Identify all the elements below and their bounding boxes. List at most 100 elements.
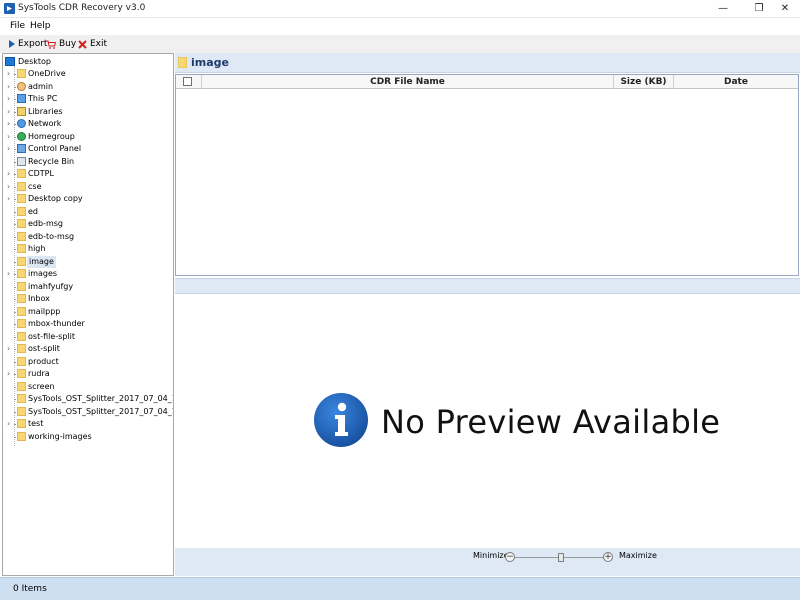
tree-item[interactable]: › Libraries [3, 106, 173, 118]
expand-chevron-icon[interactable]: › [7, 182, 10, 192]
tree-item[interactable]: Recycle Bin [3, 156, 173, 168]
folder-tree: Desktop › OneDrive › admin › This PC › Librarie… [2, 53, 174, 576]
tree-item[interactable]: edb-msg [3, 218, 173, 230]
info-icon [314, 393, 368, 447]
column-header-name[interactable]: CDR File Name [202, 75, 614, 89]
column-header-size[interactable]: Size (KB) [614, 75, 674, 89]
folder-icon [17, 206, 26, 216]
column-header-date[interactable]: Date [674, 75, 798, 89]
tree-item-label: Libraries [28, 106, 63, 116]
zoom-maximize-label: Maximize [619, 551, 657, 560]
folder-icon [17, 369, 26, 378]
expand-chevron-icon[interactable]: › [7, 144, 10, 154]
folder-header-title: image [191, 56, 229, 69]
tree-item[interactable]: › Control Panel [3, 143, 173, 155]
expand-chevron-icon[interactable]: › [7, 194, 10, 204]
tree-item-label: mailppp [28, 306, 61, 316]
close-window-button[interactable]: ✕ [770, 0, 800, 18]
expand-chevron-icon[interactable]: › [7, 419, 10, 429]
file-table: CDR File Name Size (KB) Date [175, 74, 799, 276]
tree-item[interactable]: › Network [3, 118, 173, 130]
menu-file[interactable]: File [10, 21, 25, 31]
user-icon [17, 81, 26, 91]
tree-item[interactable]: › cse [3, 181, 173, 193]
computer-icon [17, 94, 26, 103]
expand-chevron-icon[interactable]: › [7, 69, 10, 79]
expand-chevron-icon[interactable]: › [7, 269, 10, 279]
tree-item-label: screen [28, 381, 55, 391]
tree-item[interactable]: › CDTPL [3, 168, 173, 180]
tree-item[interactable]: mailppp [3, 306, 173, 318]
pane-splitter[interactable] [175, 278, 800, 294]
zoom-slider-thumb[interactable] [558, 553, 564, 562]
tree-item-label: images [28, 269, 58, 278]
cart-icon [46, 40, 56, 49]
menu-help[interactable]: Help [30, 21, 51, 31]
folder-icon [17, 169, 26, 178]
tree-item[interactable]: › rudra [3, 368, 173, 380]
tree-item[interactable]: › Homegroup [3, 131, 173, 143]
tree-item[interactable]: screen [3, 381, 173, 393]
select-all-checkbox[interactable] [183, 77, 192, 86]
tree-item[interactable]: › test [3, 418, 173, 430]
tree-item-label: edb-to-msg [28, 231, 75, 241]
tree-item-label: Inbox [28, 294, 50, 303]
tree-item[interactable]: working-images [3, 431, 173, 443]
tree-item-label: ost-split [28, 344, 60, 353]
tree-item[interactable]: edb-to-msg [3, 231, 173, 243]
tree-item-label: Control Panel [28, 144, 82, 153]
tree-item[interactable]: ed [3, 206, 173, 218]
tree-item[interactable]: image [3, 255, 173, 268]
folder-icon [17, 394, 26, 403]
tree-item[interactable]: › images [3, 268, 173, 280]
tree-item[interactable]: › admin [3, 81, 173, 93]
zoom-in-button[interactable]: + [603, 552, 613, 562]
expand-chevron-icon[interactable]: › [7, 132, 10, 142]
folder-icon [17, 244, 26, 253]
tree-item[interactable]: ost-file-split [3, 331, 173, 343]
expand-chevron-icon[interactable]: › [7, 119, 10, 129]
folder-icon [17, 294, 26, 303]
folder-icon [17, 381, 26, 391]
expand-chevron-icon[interactable]: › [7, 169, 10, 179]
tree-item[interactable]: mbox-thunder [3, 318, 173, 330]
tree-item[interactable]: SysTools_OST_Splitter_2017_07_04_13_01_1… [3, 406, 173, 418]
tree-item-label: image [27, 255, 56, 268]
tree-item[interactable]: Inbox [3, 293, 173, 305]
control-panel-icon [17, 144, 26, 153]
zoom-bar: Minimize − + Maximize [175, 548, 800, 576]
tree-item[interactable]: › OneDrive [3, 68, 173, 80]
expand-chevron-icon[interactable]: › [7, 344, 10, 354]
expand-chevron-icon[interactable]: › [7, 94, 10, 104]
status-bar: 0 Items [0, 577, 800, 600]
folder-header: image [175, 53, 800, 73]
expand-chevron-icon[interactable]: › [7, 369, 10, 379]
tree-root-desktop[interactable]: Desktop [3, 56, 173, 68]
zoom-out-button[interactable]: − [505, 552, 515, 562]
tree-item-label: Desktop copy [28, 194, 83, 203]
folder-icon [17, 194, 26, 203]
minimize-window-button[interactable]: — [708, 0, 738, 18]
buy-button[interactable]: Buy [46, 37, 76, 51]
tree-item-label: Network [28, 119, 62, 128]
table-header: CDR File Name Size (KB) Date [176, 75, 798, 89]
folder-icon [17, 256, 26, 266]
tree-item-label: admin [28, 81, 54, 91]
tree-item[interactable]: › ost-split [3, 343, 173, 355]
tree-item-label: SysTools_OST_Splitter_2017_07_04_12_12_1… [28, 394, 173, 403]
exit-label: Exit [90, 39, 108, 49]
tree-item[interactable]: › Desktop copy [3, 193, 173, 205]
tree-item[interactable]: › This PC [3, 93, 173, 105]
expand-chevron-icon[interactable]: › [7, 82, 10, 92]
export-button[interactable]: Export [9, 37, 47, 51]
tree-item[interactable]: high [3, 243, 173, 255]
tree-item[interactable]: imahfyufgy [3, 281, 173, 293]
tree-item[interactable]: product [3, 356, 173, 368]
tree-root-label: Desktop [18, 57, 51, 66]
tree-item[interactable]: SysTools_OST_Splitter_2017_07_04_12_12_1… [3, 393, 173, 405]
folder-icon [17, 306, 26, 316]
exit-button[interactable]: Exit [78, 37, 107, 51]
export-label: Export [18, 39, 48, 49]
folder-icon [17, 281, 26, 291]
expand-chevron-icon[interactable]: › [7, 107, 10, 117]
